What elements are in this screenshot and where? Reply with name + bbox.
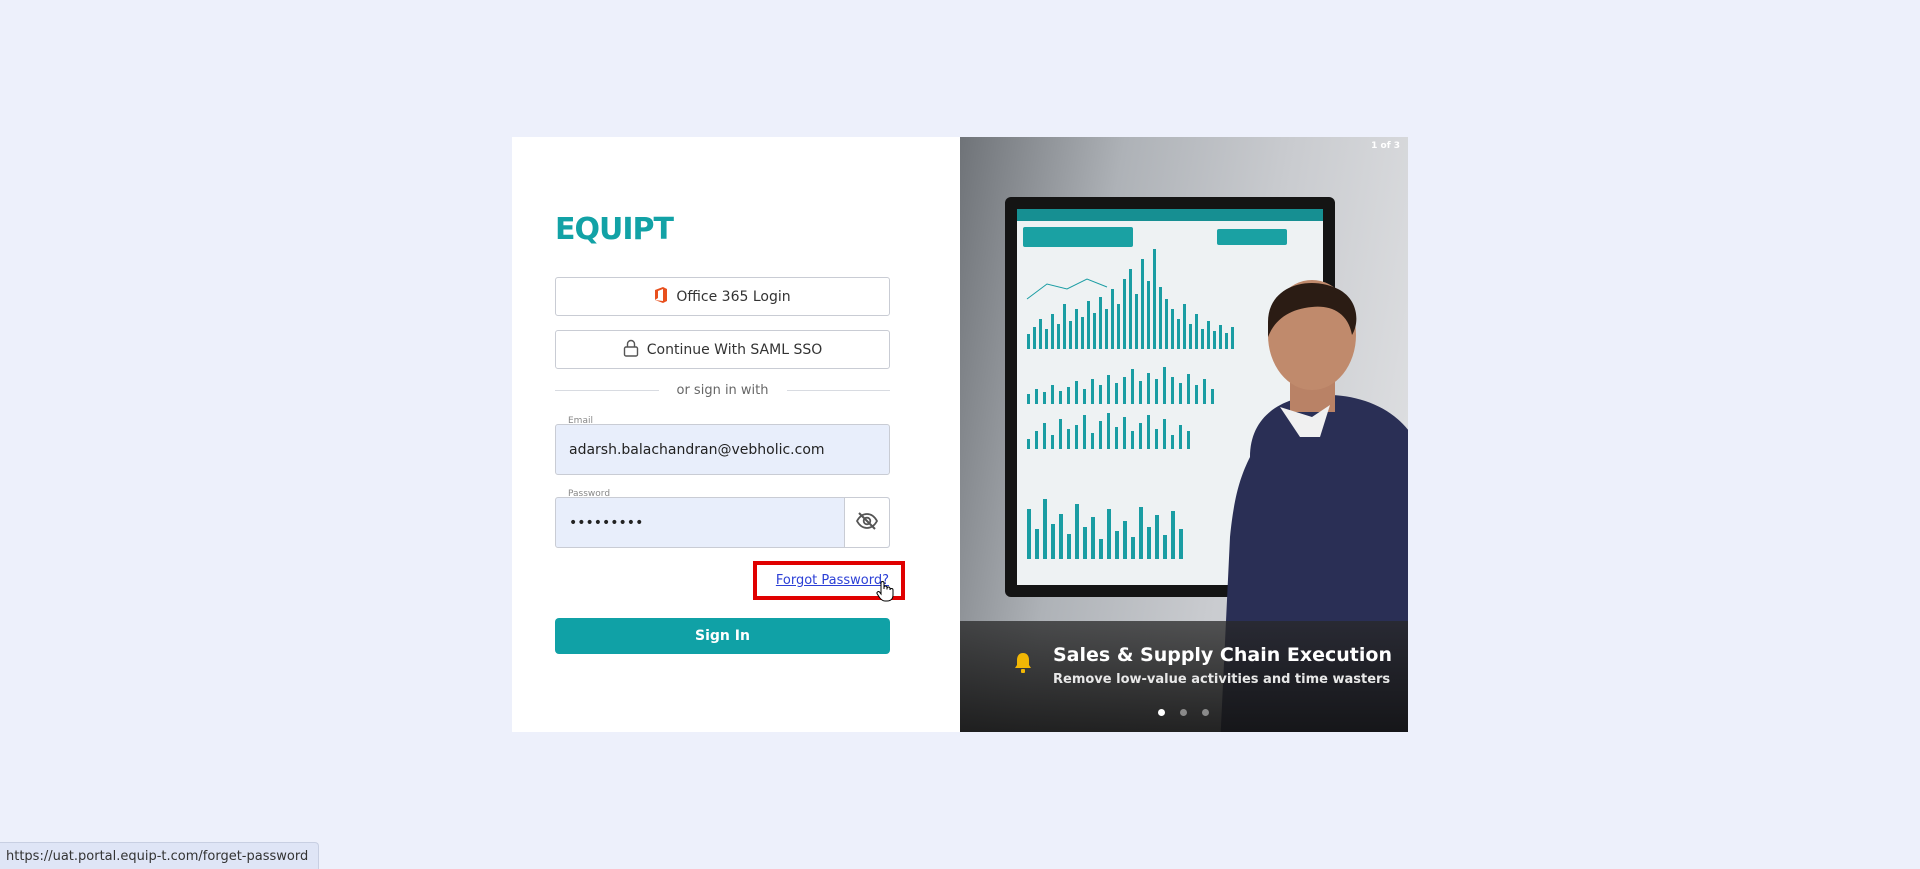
saml-sso-label: Continue With SAML SSO — [646, 341, 823, 358]
bell-icon — [1014, 652, 1032, 678]
eye-slash-icon — [855, 511, 879, 534]
divider-text: or sign in with — [676, 383, 769, 398]
slide-counter: 1 of 3 — [1371, 141, 1400, 151]
status-bar-url: https://uat.portal.equip-t.com/forget-pa… — [0, 842, 320, 869]
screen-toolbar — [1017, 209, 1323, 221]
carousel-title: Sales & Supply Chain Execution — [1053, 644, 1392, 666]
saml-sso-button[interactable]: Continue With SAML SSO — [555, 330, 890, 369]
carousel-subtitle: Remove low-value activities and time was… — [1053, 672, 1391, 687]
sign-in-divider: or sign in with — [555, 383, 891, 398]
lock-icon — [623, 339, 639, 361]
password-field[interactable] — [556, 498, 846, 547]
office365-login-button[interactable]: Office 365 Login — [555, 277, 890, 316]
login-card: EQUIPT Office 365 Login Continue With SA… — [512, 137, 1408, 732]
carousel-panel: 1 of 3 Sales & Supply Chain Execution Re… — [960, 137, 1408, 732]
carousel-dot-2[interactable] — [1180, 709, 1187, 716]
carousel-dot-3[interactable] — [1202, 709, 1209, 716]
office365-icon — [654, 286, 668, 307]
divider-line — [786, 390, 891, 391]
login-panel: EQUIPT Office 365 Login Continue With SA… — [512, 137, 960, 732]
divider-line — [555, 390, 659, 391]
equipt-logo-svg: EQUIPT — [555, 212, 676, 247]
password-visibility-toggle[interactable] — [844, 498, 889, 547]
carousel-dots — [1158, 709, 1209, 716]
screen-header-block — [1023, 227, 1133, 247]
svg-text:EQUIPT: EQUIPT — [555, 212, 675, 247]
carousel-dot-1[interactable] — [1158, 709, 1165, 716]
office365-login-label: Office 365 Login — [676, 288, 791, 305]
email-field[interactable] — [556, 425, 889, 474]
screen-header-block — [1217, 229, 1287, 245]
hand-cursor-icon — [876, 580, 894, 606]
sign-in-button[interactable]: Sign In — [555, 618, 890, 654]
equipt-logo: EQUIPT — [555, 211, 680, 256]
password-field-wrapper — [555, 497, 890, 548]
email-field-wrapper — [555, 424, 890, 475]
forgot-password-link[interactable]: Forgot Password? — [776, 573, 889, 588]
